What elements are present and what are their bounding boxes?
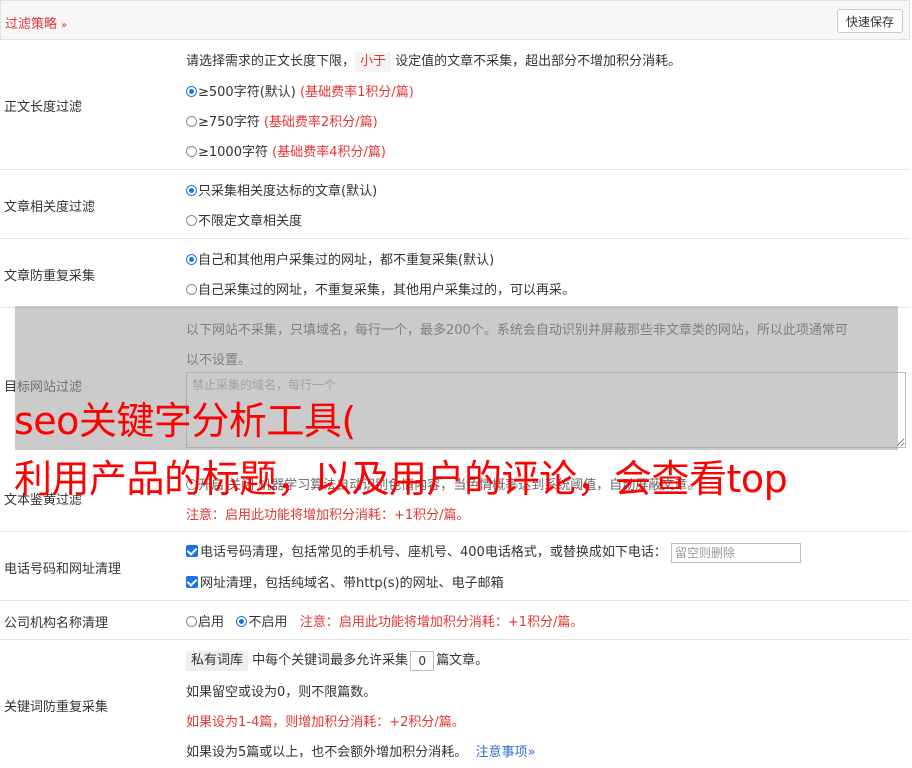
dup-option-all[interactable]: 自己和其他用户采集过的网址，都不重复采集(默认): [186, 249, 494, 268]
phone-clean-option[interactable]: 电话号码清理，包括常见的手机号、座机号、400电话格式，或替换成如下电话： 留空…: [186, 541, 801, 563]
site-filter-desc-1: 以下网站不采集，只填域名，每行一个，最多200个。系统会自动识别并屏蔽那些非文章…: [186, 323, 848, 338]
length-option-1000[interactable]: ≥1000字符 (基础费率4积分/篇): [186, 141, 386, 160]
option-label: 自己采集过的网址，不重复采集，其他用户采集过的，可以再采。: [198, 283, 576, 298]
site-filter-desc-2: 以不设置。: [186, 353, 252, 368]
keyword-dup-line3: 如果设为1-4篇，则增加积分消耗：+2积分/篇。: [186, 715, 465, 730]
porn-filter-note: 注意：启用此功能将增加积分消耗：+1积分/篇。: [186, 508, 470, 523]
private-lexicon-badge[interactable]: 私有词库: [186, 651, 249, 671]
option-label: 网址清理，包括纯域名、带http(s)的网址、电子邮箱: [200, 576, 504, 591]
quick-save-button[interactable]: 快速保存: [836, 9, 903, 33]
keyword-dup-line2: 如果留空或设为0，则不限篇数。: [186, 685, 377, 700]
replacement-phone-input[interactable]: 留空则删除: [670, 542, 801, 563]
notes-link-label: 注意事项: [475, 745, 528, 760]
filter-policy-toggle[interactable]: 过滤策略»: [5, 13, 67, 32]
chevron-down-icon: »: [61, 20, 68, 31]
org-clean-enable[interactable]: 启用: [186, 615, 224, 630]
overlay-headline-1: seo关键字分析工具(: [14, 399, 356, 443]
length-option-750[interactable]: ≥750字符 (基础费率2积分/篇): [186, 111, 378, 130]
radio-selected-icon[interactable]: [236, 616, 248, 627]
length-filter-row: 正文长度过滤 请选择需求的正文长度下限， 小于 设定值的文章不采集，超出部分不增加…: [0, 40, 910, 170]
radio-selected-icon[interactable]: [186, 185, 197, 196]
relevance-option-none[interactable]: 不限定文章相关度: [186, 210, 302, 229]
notes-link[interactable]: 注意事项»: [476, 745, 536, 760]
contact-clean-label: 电话号码和网址清理: [4, 562, 122, 577]
org-clean-row: 公司机构名称清理 启用 不启用 注意：启用此功能将增加积分消耗：+1积分/篇。: [0, 601, 910, 640]
relevance-option-required[interactable]: 只采集相关度达标的文章(默认): [186, 180, 377, 199]
radio-selected-icon[interactable]: [186, 86, 197, 97]
radio-icon[interactable]: [186, 146, 197, 157]
option-label: 不启用: [248, 615, 288, 630]
radio-icon[interactable]: [186, 284, 197, 295]
less-than-badge: 小于: [355, 52, 392, 72]
keyword-dup-line1: 私有词库 中每个关键词最多允许采集 0 篇文章。: [186, 649, 488, 671]
option-label: ≥500字符(默认): [198, 85, 296, 100]
option-label: 自己和其他用户采集过的网址，都不重复采集(默认): [198, 253, 495, 268]
keyword-dup-line4: 如果设为5篇或以上，也不会额外增加积分消耗。 注意事项»: [186, 741, 536, 760]
option-label: 只采集相关度达标的文章(默认): [198, 184, 378, 199]
option-note: (基础费率1积分/篇): [300, 85, 414, 100]
keyword-dup-row: 关键词防重复采集 私有词库 中每个关键词最多允许采集 0 篇文章。 如果留空或设为0…: [0, 640, 910, 768]
org-clean-note: 注意：启用此功能将增加积分消耗：+1积分/篇。: [299, 615, 584, 630]
length-filter-desc: 请选择需求的正文长度下限， 小于 设定值的文章不采集，超出部分不增加积分消耗。: [186, 50, 681, 72]
keyword-dup-text: 篇文章。: [436, 653, 489, 668]
option-label: 启用: [198, 615, 225, 630]
contact-clean-row: 电话号码和网址清理 电话号码清理，包括常见的手机号、座机号、400电话格式，或替…: [0, 532, 910, 601]
org-clean-label: 公司机构名称清理: [4, 616, 109, 631]
option-label: 电话号码清理，包括常见的手机号、座机号、400电话格式，或替换成如下电话：: [200, 545, 667, 560]
option-label: 不限定文章相关度: [198, 214, 303, 229]
dup-filter-label: 文章防重复采集: [4, 269, 96, 284]
relevance-filter-label: 文章相关度过滤: [4, 200, 96, 215]
length-filter-label: 正文长度过滤: [4, 100, 83, 115]
desc-text: 设定值的文章不采集，超出部分不增加积分消耗。: [395, 54, 682, 69]
keyword-dup-text: 如果设为5篇或以上，也不会额外增加积分消耗。: [186, 745, 468, 760]
max-articles-input[interactable]: 0: [410, 650, 435, 671]
radio-icon[interactable]: [186, 116, 197, 127]
radio-icon[interactable]: [186, 616, 197, 627]
dup-filter-row: 文章防重复采集 自己和其他用户采集过的网址，都不重复采集(默认) 自己采集过的网…: [0, 239, 910, 308]
radio-selected-icon[interactable]: [186, 254, 197, 265]
keyword-dup-text: 中每个关键词最多允许采集: [252, 653, 409, 668]
org-clean-options: 启用 不启用 注意：启用此功能将增加积分消耗：+1积分/篇。: [186, 611, 583, 630]
dup-option-self[interactable]: 自己采集过的网址，不重复采集，其他用户采集过的，可以再采。: [186, 279, 575, 298]
radio-icon[interactable]: [186, 215, 197, 226]
url-clean-option[interactable]: 网址清理，包括纯域名、带http(s)的网址、电子邮箱: [186, 572, 504, 591]
option-label: ≥1000字符: [198, 145, 268, 160]
filter-header: 过滤策略» 快速保存: [0, 0, 910, 40]
length-option-500[interactable]: ≥500字符(默认) (基础费率1积分/篇): [186, 81, 414, 100]
filter-policy-title: 过滤策略: [5, 17, 58, 32]
checkbox-checked-icon[interactable]: [186, 576, 198, 588]
option-note: (基础费率2积分/篇): [263, 115, 378, 130]
relevance-filter-row: 文章相关度过滤 只采集相关度达标的文章(默认) 不限定文章相关度: [0, 170, 910, 239]
checkbox-checked-icon[interactable]: [186, 545, 198, 557]
option-label: ≥750字符: [198, 115, 260, 130]
desc-text: 请选择需求的正文长度下限，: [186, 54, 356, 69]
chevron-down-icon: »: [527, 745, 536, 760]
overlay-headline-2: 利用产品的标题，以及用户的评论，会查看top: [14, 457, 788, 501]
option-note: (基础费率4积分/篇): [272, 145, 386, 160]
keyword-dup-label: 关键词防重复采集: [4, 700, 109, 715]
org-clean-disable[interactable]: 不启用: [236, 615, 287, 630]
